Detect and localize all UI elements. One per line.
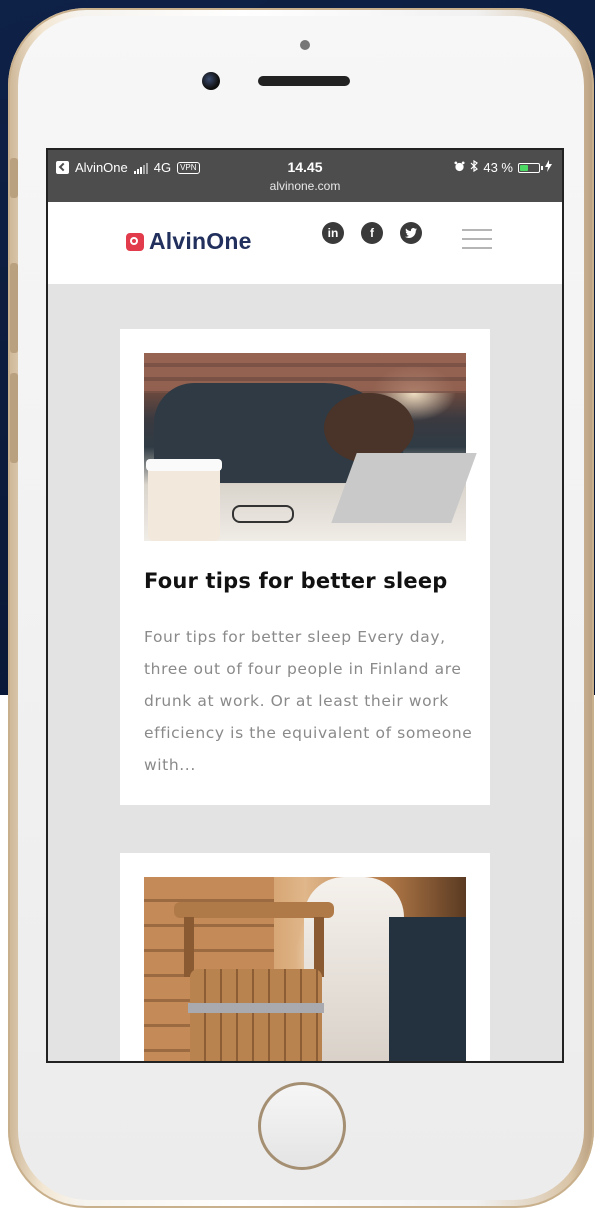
volume-up-button bbox=[10, 263, 18, 353]
hamburger-menu-button[interactable] bbox=[462, 229, 492, 256]
dark-panel bbox=[389, 917, 466, 1061]
social-links: in f bbox=[322, 222, 422, 244]
menu-bar bbox=[462, 229, 492, 231]
cup-lid-shape bbox=[146, 459, 222, 471]
bluetooth-icon bbox=[470, 159, 479, 175]
status-right: 43 % bbox=[454, 159, 552, 175]
address-url[interactable]: alvinone.com bbox=[48, 179, 562, 193]
status-bar: AlvinOne 4G VPN 14.45 alvinone.com 43 % bbox=[48, 150, 562, 202]
menu-bar bbox=[462, 238, 492, 240]
article-list: Four tips for better sleep Four tips for… bbox=[48, 284, 562, 1061]
menu-bar bbox=[462, 247, 492, 249]
home-button[interactable] bbox=[258, 1082, 346, 1170]
bucket-handle-post bbox=[184, 917, 194, 977]
bucket-handle-post bbox=[314, 917, 324, 977]
laptop-shape bbox=[331, 453, 477, 523]
proximity-sensor bbox=[300, 40, 310, 50]
article-card[interactable] bbox=[120, 853, 490, 1061]
article-card[interactable]: Four tips for better sleep Four tips for… bbox=[120, 329, 490, 805]
bucket-band bbox=[188, 1003, 324, 1013]
mute-switch bbox=[10, 158, 18, 198]
logo-mark-icon bbox=[126, 232, 144, 251]
site-header: AlvinOne in f bbox=[48, 202, 562, 284]
glasses-shape bbox=[232, 505, 294, 523]
article-excerpt: Four tips for better sleep Every day, th… bbox=[144, 628, 473, 774]
article-image[interactable] bbox=[144, 353, 477, 541]
charging-icon bbox=[545, 160, 552, 175]
article-title[interactable]: Four tips for better sleep bbox=[144, 569, 474, 593]
battery-icon bbox=[518, 162, 543, 173]
earpiece-speaker bbox=[258, 76, 350, 86]
battery-percent: 43 % bbox=[483, 160, 513, 175]
site-logo[interactable]: AlvinOne bbox=[126, 228, 252, 255]
linkedin-icon[interactable]: in bbox=[322, 222, 344, 244]
coffee-cup-shape bbox=[148, 461, 220, 541]
wooden-bucket-shape bbox=[190, 969, 322, 1061]
facebook-icon[interactable]: f bbox=[361, 222, 383, 244]
logo-text: AlvinOne bbox=[149, 228, 252, 254]
article-image[interactable] bbox=[144, 877, 466, 1061]
bucket-handle bbox=[174, 902, 334, 918]
alarm-icon bbox=[454, 160, 465, 175]
phone-screen: AlvinOne 4G VPN 14.45 alvinone.com 43 % bbox=[46, 148, 564, 1063]
front-camera bbox=[202, 72, 220, 90]
twitter-icon[interactable] bbox=[400, 222, 422, 244]
volume-down-button bbox=[10, 373, 18, 463]
